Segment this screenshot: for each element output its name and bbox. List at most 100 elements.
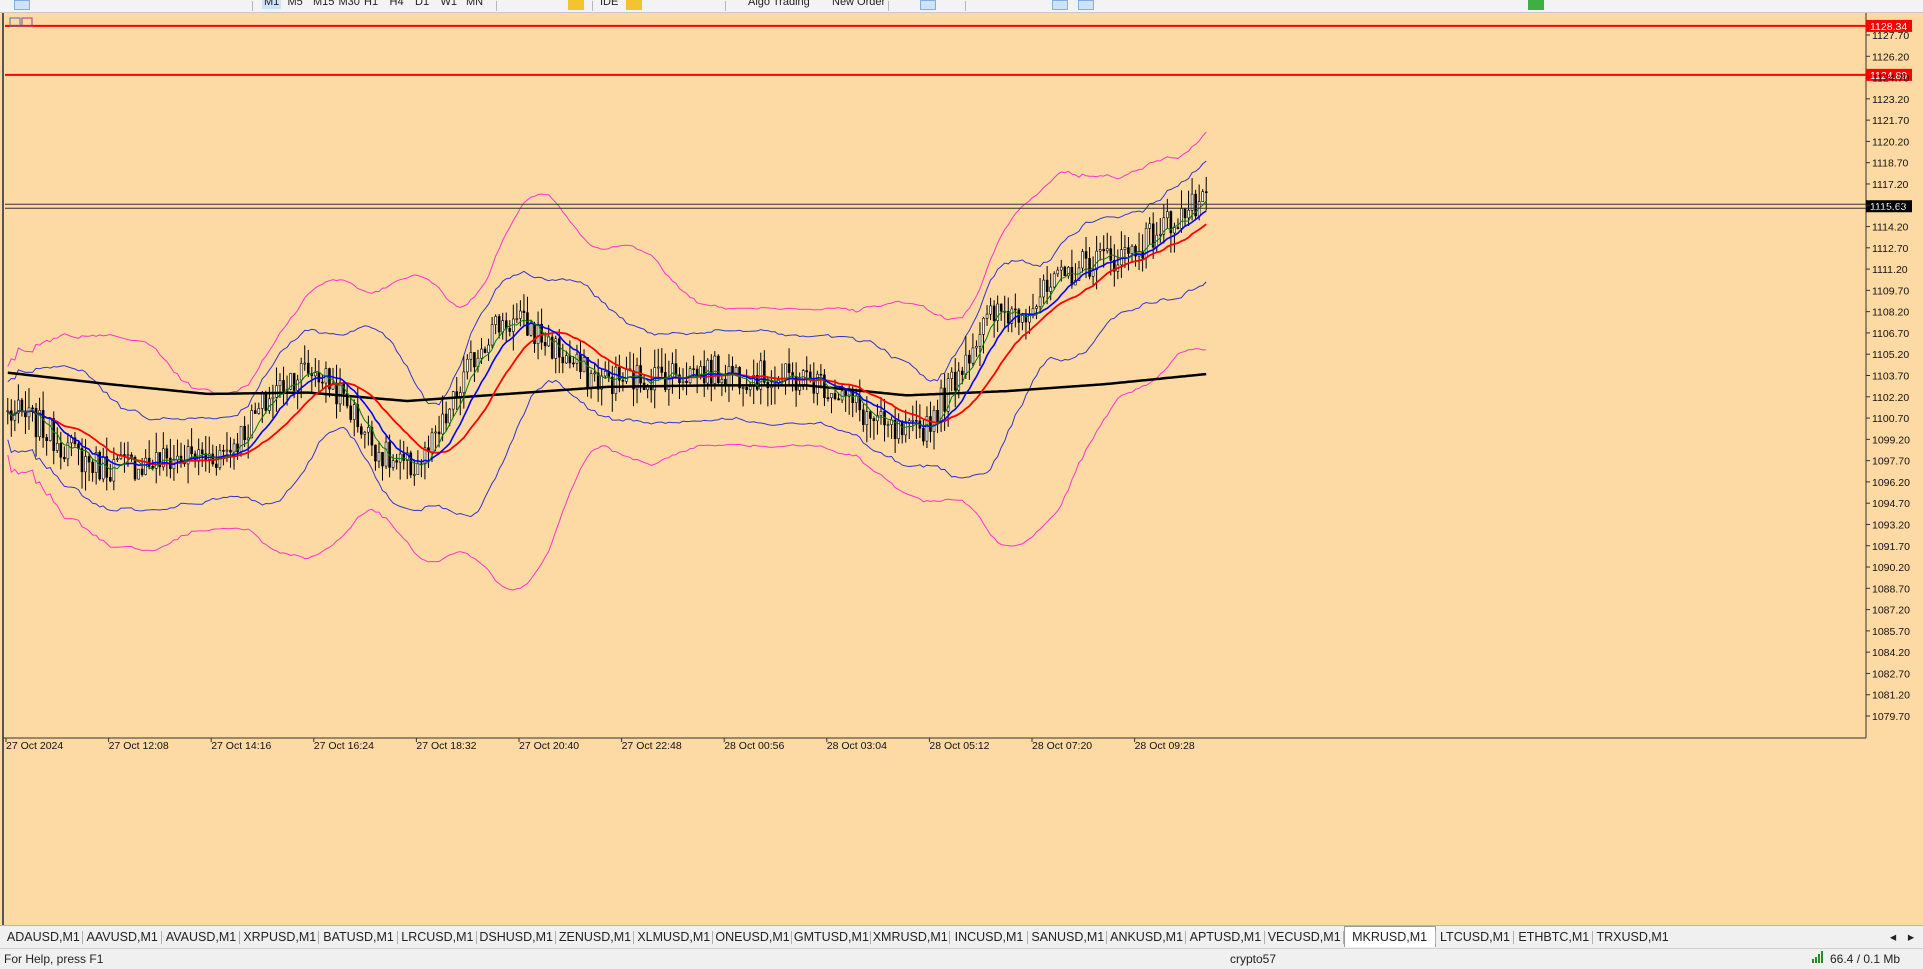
candle-body [614, 366, 618, 395]
candle-body [922, 427, 925, 442]
candle-body [900, 420, 904, 436]
candle-body [55, 443, 59, 451]
chart-shift-button[interactable] [1052, 0, 1068, 10]
candle-body [314, 372, 317, 377]
tab-sanusd-m1[interactable]: SANUSD,M1 [1028, 928, 1107, 946]
text-tool-button[interactable] [198, 0, 214, 10]
tab-dshusd-m1[interactable]: DSHUSD,M1 [477, 928, 556, 946]
price-tick-label: 1127.70 [1872, 30, 1909, 42]
candle-body [246, 437, 250, 441]
candle-body [1176, 227, 1180, 229]
tab-adausd-m1[interactable]: ADAUSD,M1 [4, 928, 83, 946]
candle-body [451, 391, 455, 410]
price-tick-label: 1093.20 [1872, 519, 1910, 531]
tab-xrpusd-m1[interactable]: XRPUSD,M1 [240, 928, 319, 946]
chart-type-button[interactable] [508, 0, 524, 10]
tab-aavusd-m1[interactable]: AAVUSD,M1 [83, 928, 162, 946]
new-order-button[interactable]: New Order [832, 0, 885, 9]
candle-body [200, 449, 204, 455]
timeframe-w1-button[interactable]: W1 [441, 0, 458, 9]
line-chart-button[interactable] [945, 0, 961, 10]
add-indicator-icon[interactable] [703, 0, 719, 10]
price-chart[interactable]: 1128.341124.891115.63 1127.701126.201124… [0, 13, 1923, 925]
chart-window[interactable]: 1128.34 1124.89 1115.63 1127.70 1126.20 1124… [0, 13, 1923, 925]
tab-ankusd-m1[interactable]: ANKUSD,M1 [1107, 928, 1186, 946]
candle-body [1173, 227, 1176, 234]
tab-vecusd-m1[interactable]: VECUSD,M1 [1265, 928, 1344, 946]
tab-gmtusd-m1[interactable]: GMTUSD,M1 [792, 928, 871, 946]
templates-button[interactable] [537, 0, 553, 10]
buy-chart-icon[interactable] [895, 0, 911, 10]
search-icon[interactable] [1446, 0, 1462, 10]
candle-body [108, 477, 112, 482]
tab-batusd-m1[interactable]: BATUSD,M1 [319, 928, 398, 946]
signal-icon[interactable] [1502, 0, 1518, 10]
algo-trading-button[interactable]: Algo Trading [748, 0, 810, 9]
shapes-tool-button[interactable] [222, 0, 238, 10]
timeframe-m1-button[interactable]: M1 [262, 0, 282, 9]
horizontal-line-tool-button[interactable] [95, 0, 111, 10]
tab-xmrusd-m1[interactable]: XMRUSD,M1 [871, 928, 950, 946]
candle-body [1038, 296, 1042, 307]
tabs-scroll-left-icon[interactable]: ◂ [1886, 928, 1900, 946]
tabs-scroll-right-icon[interactable]: ▸ [1904, 928, 1918, 946]
price-tick-label: 1124.70 [1872, 73, 1909, 85]
candle-body [243, 425, 246, 441]
candle-body [724, 378, 727, 386]
timeframe-m30-button[interactable]: M30 [339, 0, 360, 9]
tab-avausd-m1[interactable]: AVAUSD,M1 [162, 928, 241, 946]
zoom-in-icon[interactable] [975, 0, 991, 10]
market-icon[interactable] [678, 0, 694, 10]
timeframe-h1-button[interactable]: H1 [364, 0, 378, 9]
timeframe-m5-button[interactable]: M5 [288, 0, 303, 9]
candle-body [529, 323, 533, 336]
timeframe-m15-button[interactable]: M15 [313, 0, 334, 9]
candle-body [416, 463, 420, 475]
candle-body [462, 371, 466, 393]
tab-lrcusd-m1[interactable]: LRCUSD,M1 [398, 928, 477, 946]
candle-body [1014, 308, 1017, 311]
candle-body [87, 456, 91, 463]
scroll-icon[interactable] [652, 0, 668, 10]
tab-ethbtc-m1[interactable]: ETHBTC,M1 [1514, 928, 1593, 946]
candle-body [953, 371, 957, 391]
trendline-tool-button[interactable] [118, 0, 134, 10]
time-tick-label: 27 Oct 12:08 [109, 740, 169, 752]
candle-body [625, 368, 628, 382]
tab-trxusd-m1[interactable]: TRXUSD,M1 [1593, 928, 1672, 946]
zoom-out-icon[interactable] [1002, 0, 1018, 10]
timeframe-mn-button[interactable]: MN [466, 0, 483, 9]
candles-chart-button[interactable] [920, 0, 936, 10]
candle-body [473, 352, 476, 368]
cursor-tool-button[interactable] [14, 0, 30, 10]
screenshot-icon[interactable] [1110, 0, 1126, 10]
candle-body [603, 371, 607, 377]
autoscroll-button[interactable] [1078, 0, 1094, 10]
tab-xlmusd-m1[interactable]: XLMUSD,M1 [634, 928, 713, 946]
candle-body [1063, 266, 1067, 277]
candle-body [943, 387, 946, 412]
candle-body [1052, 273, 1056, 288]
channel-tool-button[interactable] [145, 0, 161, 10]
vertical-line-tool-button[interactable] [70, 0, 86, 10]
crosshair-tool-button[interactable] [40, 0, 56, 10]
tab-oneusd-m1[interactable]: ONEUSD,M1 [713, 928, 792, 946]
tile-windows-icon[interactable] [1027, 0, 1043, 10]
tab-aptusd-m1[interactable]: APTUSD,M1 [1186, 928, 1265, 946]
lock-icon[interactable] [568, 0, 584, 10]
timeframe-h4-button[interactable]: H4 [390, 0, 404, 9]
ide-button[interactable]: IDE [600, 0, 618, 9]
fibonacci-tool-button[interactable] [170, 0, 186, 10]
candle-body [999, 303, 1003, 312]
account-icon[interactable] [1476, 0, 1492, 10]
tab-zenusd-m1[interactable]: ZENUSD,M1 [556, 928, 635, 946]
tab-incusd-m1[interactable]: INCUSD,M1 [950, 928, 1029, 946]
folder-icon[interactable] [626, 0, 642, 10]
candle-body [395, 460, 398, 463]
tab-mkrusd-m1[interactable]: MKRUSD,M1 [1343, 926, 1436, 947]
candle-body [886, 424, 890, 426]
tab-ltcusd-m1[interactable]: LTCUSD,M1 [1436, 928, 1515, 946]
timeframe-d1-button[interactable]: D1 [415, 0, 429, 9]
candle-body [292, 373, 296, 391]
candle-body [745, 387, 748, 391]
